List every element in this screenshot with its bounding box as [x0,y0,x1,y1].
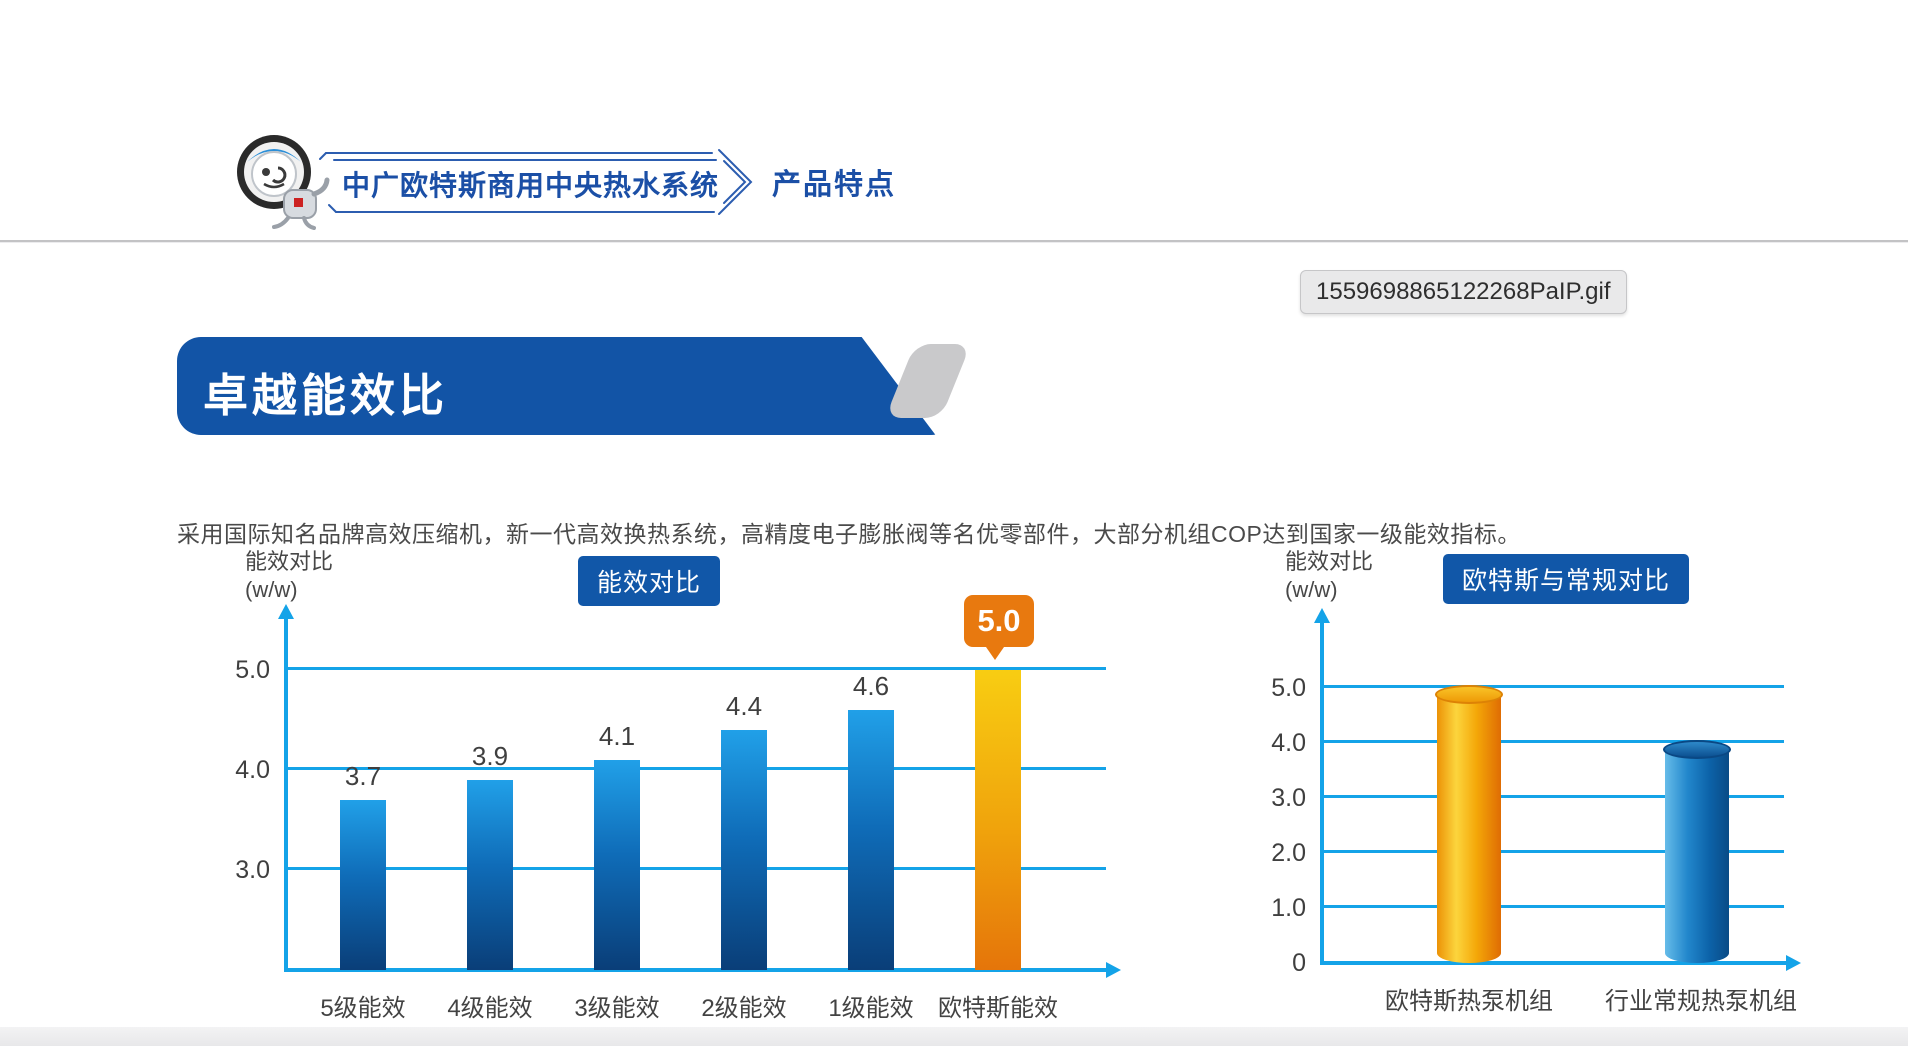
right-chart-plot: 01.02.03.04.05.0欧特斯热泵机组行业常规热泵机组 [1322,660,1784,963]
section-banner: 卓越能效比 [177,337,955,435]
right-x-axis-arrow-icon [1786,955,1801,971]
right-axis-title-line2: (w/w) [1285,576,1373,604]
left-x-axis-arrow-icon [1106,962,1121,978]
bar-5级能效 [340,800,386,970]
bar-行业常规热泵机组 [1665,749,1729,964]
y-tick-label: 3.0 [192,856,270,885]
page: 中广欧特斯商用中央热水系统 产品特点 1559698865122268PaIP.… [0,0,1908,1046]
left-axis-title-line1: 能效对比 [245,548,333,576]
value-label: 3.7 [323,761,403,792]
left-axis-title-line2: (w/w) [245,576,333,604]
right-chart-legend-badge: 欧特斯与常规对比 [1443,554,1689,604]
bar-4级能效 [467,780,513,970]
bar-3级能效 [594,760,640,970]
y-tick-label: 5.0 [1228,674,1306,703]
y-tick-label: 2.0 [1228,839,1306,868]
y-tick-label: 5.0 [192,656,270,685]
section-label: 产品特点 [772,161,896,203]
y-tick-label: 4.0 [1228,729,1306,758]
category-label: 行业常规热泵机组 [1605,981,1789,1016]
value-label: 3.9 [450,741,530,772]
mascot-logo-icon [226,130,332,232]
banner-title: 卓越能效比 [203,359,448,424]
y-tick-label: 3.0 [1228,784,1306,813]
highlight-callout: 5.0 [964,595,1034,647]
value-label: 4.6 [831,671,911,702]
bar-欧特斯热泵机组 [1437,694,1501,964]
right-chart-axis-title: 能效对比 (w/w) [1285,548,1373,604]
description-text: 采用国际知名品牌高效压缩机，新一代高效换热系统，高精度电子膨胀阀等名优零部件，大… [177,515,1737,549]
bar-2级能效 [721,730,767,970]
y-tick-label: 4.0 [192,756,270,785]
footer-strip [0,1027,1908,1046]
y-tick-label: 1.0 [1228,894,1306,923]
category-label: 欧特斯热泵机组 [1377,981,1561,1016]
banner-corner-decoration [885,344,971,418]
value-label: 4.4 [704,691,784,722]
bar-欧特斯能效 [975,670,1021,970]
left-chart-legend-badge: 能效对比 [578,556,720,606]
y-tick-label: 0 [1228,949,1306,978]
category-label: 欧特斯能效 [906,988,1090,1023]
bar-1级能效 [848,710,894,970]
filename-tooltip: 1559698865122268PaIP.gif [1300,270,1627,314]
value-label: 4.1 [577,721,657,752]
right-axis-title-line1: 能效对比 [1285,548,1373,576]
left-chart-plot: 3.04.05.03.75级能效3.94级能效4.13级能效4.42级能效4.6… [286,640,1106,970]
brand-title: 中广欧特斯商用中央热水系统 [342,164,719,204]
left-chart-axis-title: 能效对比 (w/w) [245,548,333,604]
header-divider [0,240,1908,243]
gridline [1322,685,1784,688]
